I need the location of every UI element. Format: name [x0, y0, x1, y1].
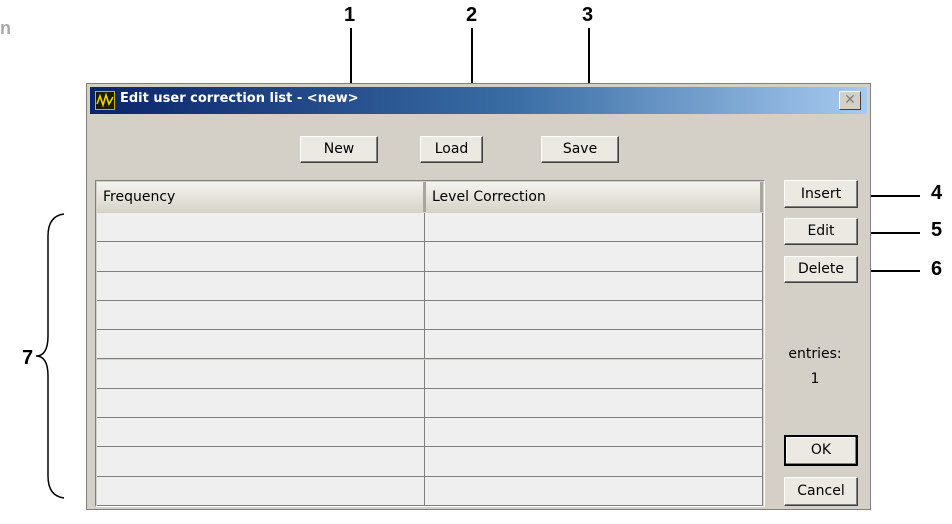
table-cell-frequency[interactable] [97, 300, 425, 331]
table-cell-frequency[interactable] [97, 242, 425, 272]
table-cell-frequency[interactable] [97, 213, 425, 243]
table-cell-frequency[interactable] [97, 271, 425, 301]
dialog-title: Edit user correction list - <new> [120, 91, 359, 106]
table-cell-frequency[interactable] [97, 418, 425, 448]
table-cell-frequency[interactable] [97, 476, 425, 506]
edit-correction-dialog: Edit user correction list - <new> ✕ New … [86, 83, 871, 510]
callout-5-line [870, 232, 920, 234]
callout-6-line [870, 270, 920, 272]
brace-icon [35, 213, 65, 499]
table-cell-level-correction[interactable] [425, 418, 763, 448]
correction-table[interactable]: Frequency Level Correction [95, 180, 765, 507]
dialog-titlebar[interactable]: Edit user correction list - <new> ✕ [90, 87, 867, 114]
table-cell-level-correction[interactable] [425, 213, 763, 243]
table-cell-frequency[interactable] [97, 359, 425, 389]
table-cell-level-correction[interactable] [425, 300, 763, 331]
callout-7: 7 [22, 347, 34, 369]
table-cell-frequency[interactable] [97, 388, 425, 419]
table-cell-level-correction[interactable] [425, 359, 763, 389]
load-button[interactable]: Load [420, 136, 483, 163]
callout-1: 1 [344, 4, 356, 26]
new-button[interactable]: New [300, 136, 378, 163]
table-cell-frequency[interactable] [97, 330, 425, 360]
table-cell-level-correction[interactable] [425, 447, 763, 477]
table-cell-level-correction[interactable] [425, 330, 763, 360]
callout-3: 3 [582, 4, 594, 26]
callout-6: 6 [931, 258, 943, 280]
corner-partial-text: n [0, 18, 11, 38]
table-cell-level-correction[interactable] [425, 476, 763, 506]
table-header: Frequency Level Correction [97, 182, 763, 212]
save-button[interactable]: Save [541, 136, 619, 163]
insert-button[interactable]: Insert [784, 180, 858, 208]
callout-4: 4 [931, 182, 943, 204]
ok-button[interactable]: OK [784, 435, 858, 466]
column-header-frequency[interactable]: Frequency [97, 182, 426, 212]
cancel-button[interactable]: Cancel [784, 477, 858, 506]
table-cell-level-correction[interactable] [425, 388, 763, 419]
edit-button[interactable]: Edit [784, 218, 858, 245]
app-waveform-icon [95, 91, 115, 110]
table-cell-level-correction[interactable] [425, 271, 763, 301]
table-cell-level-correction[interactable] [425, 242, 763, 272]
callout-2: 2 [466, 4, 478, 26]
callout-4-line [870, 195, 920, 197]
column-header-level-correction[interactable]: Level Correction [426, 182, 763, 212]
table-cell-frequency[interactable] [97, 447, 425, 477]
callout-5: 5 [931, 219, 943, 241]
entries-label: entries: [788, 346, 842, 362]
close-icon[interactable]: ✕ [839, 91, 861, 110]
delete-button[interactable]: Delete [784, 256, 858, 283]
entries-count: 1 [810, 371, 820, 387]
